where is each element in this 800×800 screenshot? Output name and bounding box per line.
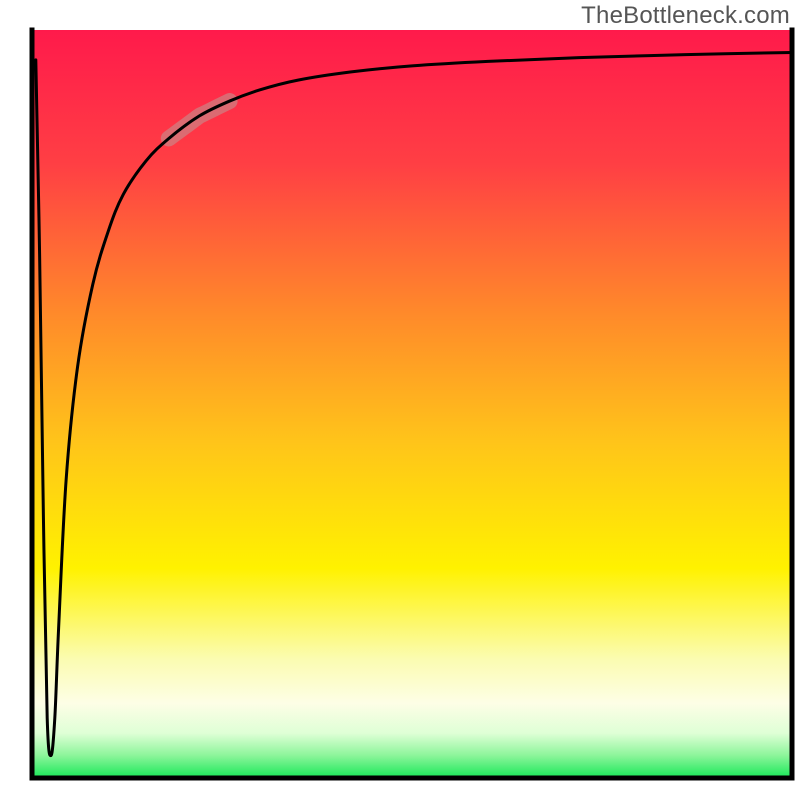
plot-area	[32, 30, 792, 778]
gradient-background	[32, 30, 792, 778]
chart-container: TheBottleneck.com	[0, 0, 800, 800]
bottleneck-curve-chart	[0, 0, 800, 800]
watermark-text: TheBottleneck.com	[581, 2, 790, 30]
